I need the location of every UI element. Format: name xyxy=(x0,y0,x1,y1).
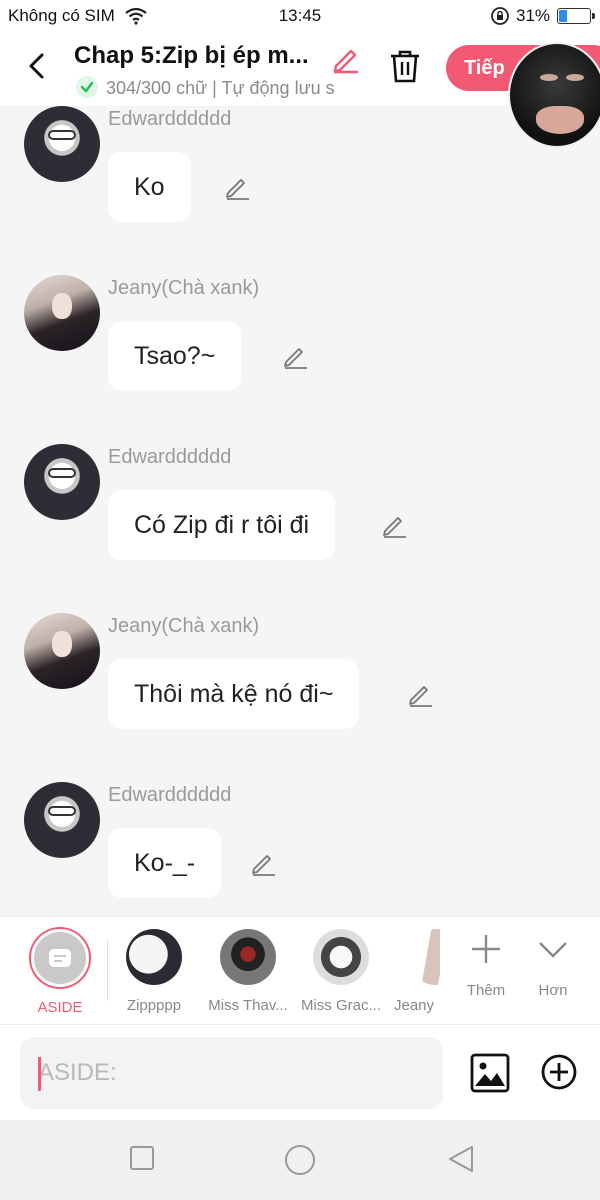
pencil-icon[interactable] xyxy=(224,174,250,200)
avatar[interactable] xyxy=(24,275,100,351)
character-miss-thav[interactable]: Miss Thav... xyxy=(202,929,294,1014)
add-label: Thêm xyxy=(466,982,506,999)
speaker-name: Jeany(Chà xank) xyxy=(108,277,260,299)
chapter-title[interactable]: Chap 5:Zip bị ép m... xyxy=(74,42,324,70)
aside-icon xyxy=(31,929,89,987)
check-icon xyxy=(76,76,98,98)
chat-area: Edwardddddd Ko Jeany(Chà xank) Tsao?~ Ed… xyxy=(0,106,600,916)
edit-title-button[interactable] xyxy=(330,42,362,74)
speaker-name: Edwardddddd xyxy=(108,446,232,468)
message-bubble[interactable]: Ko xyxy=(108,152,191,222)
speaker-name: Edwardddddd xyxy=(108,784,232,806)
chat-message: Edwardddddd Ko xyxy=(0,106,600,256)
trash-icon xyxy=(391,50,419,83)
chat-message: Edwardddddd Ko-_- xyxy=(0,782,600,916)
pencil-icon[interactable] xyxy=(381,512,407,538)
delete-button[interactable] xyxy=(388,48,422,84)
expand-button[interactable]: Hơn xyxy=(523,933,583,999)
message-bubble[interactable]: Ko-_- xyxy=(108,828,222,898)
plus-circle-icon xyxy=(541,1054,577,1090)
avatar xyxy=(408,929,440,985)
clock: 13:45 xyxy=(278,6,322,25)
chat-message: Jeany(Chà xank) Tsao?~ xyxy=(0,275,600,425)
battery-icon xyxy=(557,8,595,24)
battery-percent: 31% xyxy=(516,6,551,25)
character-zippppp[interactable]: Zippppp xyxy=(108,929,200,1014)
avatar[interactable] xyxy=(24,106,100,182)
character-name: Zippppp xyxy=(126,997,182,1014)
message-bubble[interactable]: Có Zip đi r tôi đi xyxy=(108,490,336,560)
character-aside[interactable]: ASIDE xyxy=(14,929,106,1016)
speaker-name: Edwardddddd xyxy=(108,108,232,130)
character-selector: ASIDE Zippppp Miss Thav... Miss Grac... … xyxy=(0,916,600,1024)
character-name: ASIDE xyxy=(37,999,83,1016)
avatar[interactable] xyxy=(24,444,100,520)
chevron-down-icon xyxy=(539,942,567,958)
character-name: Jeany xyxy=(394,997,435,1014)
chat-message: Jeany(Chà xank) Thôi mà kệ nó đi~ xyxy=(0,613,600,763)
character-miss-grac[interactable]: Miss Grac... xyxy=(295,929,387,1014)
avatar[interactable] xyxy=(24,613,100,689)
system-nav-bar xyxy=(0,1120,600,1200)
save-status-text: 304/300 chữ | Tự động lưu s xyxy=(106,78,335,98)
image-icon xyxy=(470,1053,510,1093)
back-button[interactable] xyxy=(22,50,52,82)
back-arrow-icon xyxy=(29,53,44,79)
message-input[interactable] xyxy=(20,1037,443,1109)
circle-icon[interactable] xyxy=(284,1144,316,1176)
message-bubble[interactable]: Tsao?~ xyxy=(108,321,242,391)
status-bar: Không có SIM 13:45 31% xyxy=(0,0,600,32)
pencil-icon[interactable] xyxy=(250,850,276,876)
character-jeany[interactable]: Jeany xyxy=(388,929,440,1014)
avatar[interactable] xyxy=(24,782,100,858)
character-name: Miss Grac... xyxy=(300,997,381,1014)
avatar xyxy=(220,929,276,985)
square-icon[interactable] xyxy=(128,1144,156,1172)
pencil-icon xyxy=(333,49,358,74)
composer xyxy=(0,1024,600,1120)
avatar xyxy=(126,929,182,985)
avatar xyxy=(313,929,369,985)
save-status: 304/300 chữ | Tự động lưu s xyxy=(76,76,360,100)
pencil-icon[interactable] xyxy=(407,681,433,707)
add-character-button[interactable]: Thêm xyxy=(456,933,516,999)
insert-image-button[interactable] xyxy=(470,1053,510,1093)
rotation-lock-icon xyxy=(490,6,510,31)
add-content-button[interactable] xyxy=(540,1053,578,1091)
expand-label: Hơn xyxy=(538,982,568,999)
message-bubble[interactable]: Thôi mà kệ nó đi~ xyxy=(108,659,360,729)
chat-message: Edwardddddd Có Zip đi r tôi đi xyxy=(0,444,600,594)
speaker-name: Jeany(Chà xank) xyxy=(108,615,260,637)
pencil-icon[interactable] xyxy=(282,343,308,369)
plus-icon xyxy=(472,935,500,963)
triangle-back-icon[interactable] xyxy=(446,1144,476,1174)
text-caret xyxy=(38,1057,41,1091)
character-name: Miss Thav... xyxy=(208,997,288,1014)
